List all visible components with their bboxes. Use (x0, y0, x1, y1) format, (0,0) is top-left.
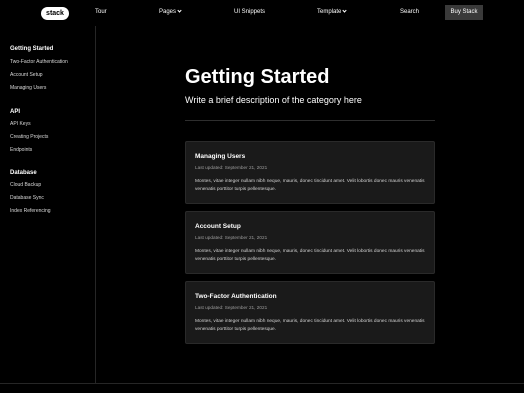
card-description: Montes, vitae integer nullam nibh neque,… (195, 319, 425, 332)
nav-ui-snippets-link[interactable]: UI Snippets (234, 9, 265, 15)
card-date: Last updated: September 21, 2021 (195, 305, 268, 310)
card-description: Montes, vitae integer nullam nibh neque,… (195, 249, 425, 262)
sidebar-item-endpoints[interactable]: Endpoints (10, 147, 32, 153)
sidebar-item-database-sync[interactable]: Database Sync (10, 195, 44, 201)
title-divider (185, 120, 435, 121)
sidebar-item-creating-projects[interactable]: Creating Projects (10, 134, 48, 140)
card-title: Account Setup (195, 223, 241, 230)
chevron-down-icon (177, 8, 182, 13)
sidebar-item-account-setup[interactable]: Account Setup (10, 72, 43, 78)
nav-template-menu[interactable]: Template (317, 8, 347, 15)
top-navbar: stack Tour Pages UI Snippets Template Se… (0, 0, 524, 26)
card-title: Two-Factor Authentication (195, 293, 277, 300)
sidebar-item-managing-users[interactable]: Managing Users (10, 85, 46, 91)
sidebar-section-database[interactable]: Database (10, 170, 37, 176)
stack-logo[interactable]: stack (41, 7, 69, 20)
page-title: Getting Started (185, 66, 330, 88)
card-date: Last updated: September 21, 2021 (195, 165, 268, 170)
sidebar-item-two-factor-authentication[interactable]: Two-Factor Authentication (10, 59, 68, 65)
footer-divider (0, 383, 524, 384)
article-card-managing-users[interactable]: Managing Users Last updated: September 2… (185, 141, 435, 204)
sidebar-item-index-referencing[interactable]: Index Referencing (10, 208, 51, 214)
article-card-account-setup[interactable]: Account Setup Last updated: September 21… (185, 211, 435, 274)
nav-pages-menu[interactable]: Pages (159, 8, 182, 15)
sidebar-section-api[interactable]: API (10, 109, 20, 115)
card-description: Montes, vitae integer nullam nibh neque,… (195, 179, 425, 192)
page-subtitle: Write a brief description of the categor… (185, 95, 362, 105)
nav-tour-link[interactable]: Tour (95, 9, 107, 15)
nav-search-link[interactable]: Search (400, 9, 419, 15)
chevron-down-icon (342, 8, 347, 13)
nav-template-label: Template (317, 9, 342, 15)
sidebar: Getting Started Two-Factor Authenticatio… (0, 26, 96, 383)
sidebar-item-api-keys[interactable]: API Keys (10, 121, 31, 127)
card-title: Managing Users (195, 153, 246, 160)
article-card-two-factor-authentication[interactable]: Two-Factor Authentication Last updated: … (185, 281, 435, 344)
sidebar-section-getting-started[interactable]: Getting Started (10, 46, 53, 52)
sidebar-item-cloud-backup[interactable]: Cloud Backup (10, 182, 41, 188)
card-date: Last updated: September 21, 2021 (195, 235, 268, 240)
buy-stack-button[interactable]: Buy Stack (445, 5, 483, 20)
nav-pages-label: Pages (159, 9, 177, 15)
